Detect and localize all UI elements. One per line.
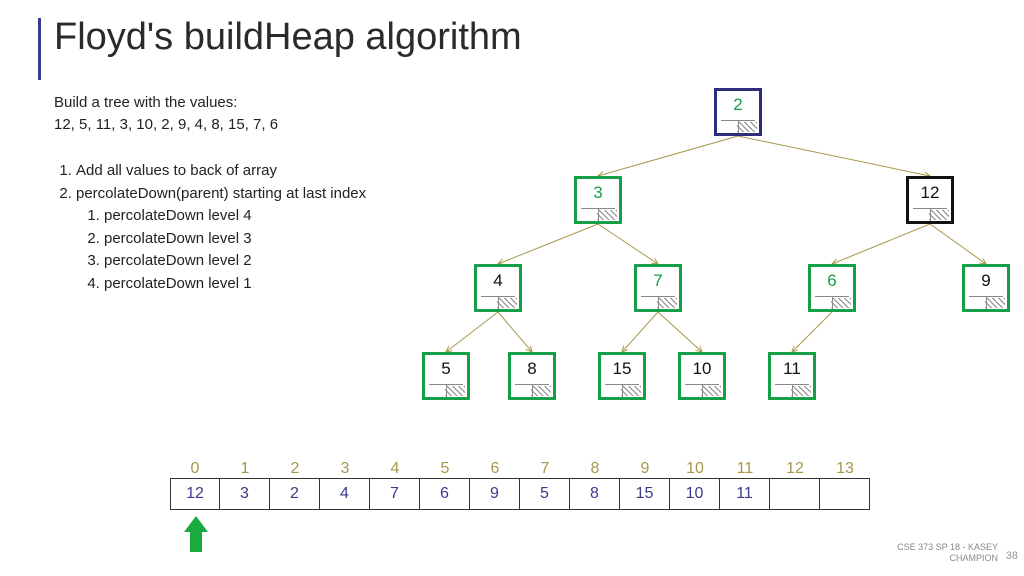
array-index: 10 — [670, 460, 720, 478]
array-cell: 2 — [270, 478, 320, 510]
page-number: 38 — [1006, 550, 1018, 562]
array-cell — [770, 478, 820, 510]
array-cell: 15 — [620, 478, 670, 510]
arrow-stem — [190, 532, 202, 552]
tree-node: 4 — [474, 264, 522, 312]
page-title: Floyd's buildHeap algorithm — [54, 16, 522, 59]
intro-line1: Build a tree with the values: — [54, 92, 278, 114]
step-2-3: percolateDown level 2 — [104, 250, 366, 273]
step-2: percolateDown(parent) starting at last i… — [76, 183, 366, 296]
tree-node: 3 — [574, 176, 622, 224]
step-2-2: percolateDown level 3 — [104, 228, 366, 251]
intro-line2: 12, 5, 11, 3, 10, 2, 9, 4, 8, 15, 7, 6 — [54, 114, 278, 136]
array-cell: 6 — [420, 478, 470, 510]
tree-node: 11 — [768, 352, 816, 400]
steps-list: Add all values to back of array percolat… — [54, 160, 366, 295]
tree-node: 5 — [422, 352, 470, 400]
array-index: 7 — [520, 460, 570, 478]
intro-text: Build a tree with the values: 12, 5, 11,… — [54, 92, 278, 136]
array-index-row: 012345678910111213 — [170, 460, 890, 478]
array-index: 12 — [770, 460, 820, 478]
array-index: 6 — [470, 460, 520, 478]
array-index: 8 — [570, 460, 620, 478]
tree-node: 7 — [634, 264, 682, 312]
array-index: 2 — [270, 460, 320, 478]
array-index: 11 — [720, 460, 770, 478]
tree-node: 15 — [598, 352, 646, 400]
tree-node: 8 — [508, 352, 556, 400]
array-index: 1 — [220, 460, 270, 478]
step-1: Add all values to back of array — [76, 160, 366, 183]
array-index: 5 — [420, 460, 470, 478]
array-cell-row: 1232476958151011 — [170, 478, 890, 510]
array-index: 4 — [370, 460, 420, 478]
array-index: 0 — [170, 460, 220, 478]
array-cell: 9 — [470, 478, 520, 510]
arrow-up-icon — [184, 516, 208, 532]
array-cell: 7 — [370, 478, 420, 510]
array-cell: 12 — [170, 478, 220, 510]
array-cell: 3 — [220, 478, 270, 510]
array-cell — [820, 478, 870, 510]
array-index: 13 — [820, 460, 870, 478]
tree-node: 6 — [808, 264, 856, 312]
array-cell: 11 — [720, 478, 770, 510]
array-strip: 012345678910111213 1232476958151011 — [170, 460, 890, 510]
array-cell: 8 — [570, 478, 620, 510]
array-index: 9 — [620, 460, 670, 478]
tree-node-root: 2 — [714, 88, 762, 136]
footer-credit: CSE 373 SP 18 - KASEY CHAMPION — [897, 542, 998, 564]
array-cell: 4 — [320, 478, 370, 510]
accent-bar — [38, 18, 41, 80]
step-2-4: percolateDown level 1 — [104, 273, 366, 296]
array-index: 3 — [320, 460, 370, 478]
step-2-label: percolateDown(parent) starting at last i… — [76, 185, 366, 202]
array-cell: 5 — [520, 478, 570, 510]
array-cell: 10 — [670, 478, 720, 510]
step-2-1: percolateDown level 4 — [104, 205, 366, 228]
heap-tree: 2 3 12 4 7 6 9 5 8 15 10 11 — [400, 86, 1010, 426]
tree-node: 9 — [962, 264, 1010, 312]
tree-node: 12 — [906, 176, 954, 224]
tree-node: 10 — [678, 352, 726, 400]
